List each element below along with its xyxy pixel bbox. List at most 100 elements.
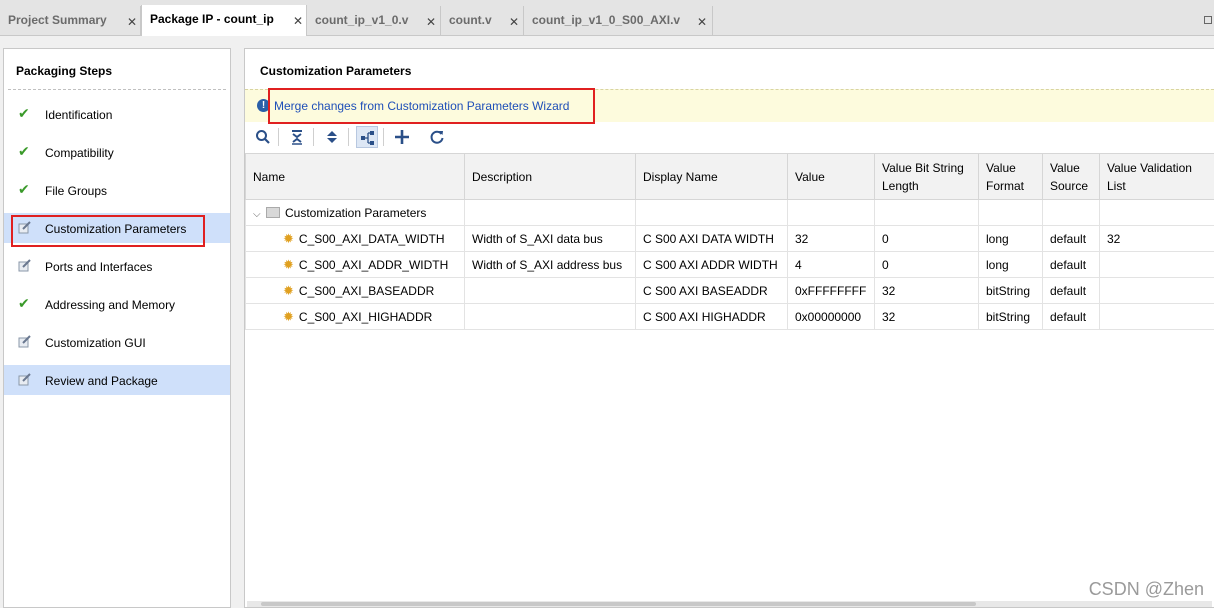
table-cell	[1099, 251, 1214, 278]
page-title: Customization Parameters	[260, 64, 412, 78]
table-cell	[787, 199, 875, 226]
tab-count-v[interactable]: count.v ✕	[441, 6, 524, 36]
table-cell[interactable]: 4	[787, 251, 875, 278]
table-cell[interactable]: 32	[787, 225, 875, 252]
column-header-value-source[interactable]: Value Source	[1042, 153, 1100, 200]
table-cell: ✹ C_S00_AXI_DATA_WIDTH	[245, 225, 465, 252]
table-cell	[874, 199, 979, 226]
table-cell: 0	[874, 251, 979, 278]
edit-icon	[18, 372, 32, 386]
toolbar-separator	[313, 128, 314, 146]
tab-label: count.v	[449, 13, 492, 27]
table-header-row: Name Description Display Name Value Valu…	[245, 153, 1214, 200]
table-cell: C S00 AXI BASEADDR	[635, 277, 788, 304]
close-icon[interactable]: ✕	[426, 15, 436, 29]
editor-tab-bar: Project Summary ✕ Package IP - count_ip …	[0, 0, 1214, 36]
tab-label: count_ip_v1_0_S00_AXI.v	[532, 13, 681, 27]
table-cell	[464, 303, 636, 330]
folder-icon	[266, 206, 280, 218]
table-cell: bitString	[978, 277, 1043, 304]
refresh-icon[interactable]	[426, 126, 448, 148]
chevron-down-icon[interactable]: ⌵	[253, 209, 263, 220]
tab-count-ip-v1-0[interactable]: count_ip_v1_0.v ✕	[307, 6, 441, 36]
hierarchy-icon[interactable]	[356, 126, 378, 148]
toolbar-separator	[383, 128, 384, 146]
column-header-description[interactable]: Description	[464, 153, 636, 200]
step-label: Review and Package	[45, 374, 158, 388]
column-header-value-format[interactable]: Value Format	[978, 153, 1043, 200]
param-name: C_S00_AXI_BASEADDR	[298, 283, 435, 298]
table-cell	[464, 199, 636, 226]
table-cell: 32	[874, 303, 979, 330]
table-cell[interactable]: 0xFFFFFFFF	[787, 277, 875, 304]
table-row[interactable]: ✹ C_S00_AXI_ADDR_WIDTH Width of S_AXI add…	[245, 251, 1214, 278]
table-row[interactable]: ✹ C_S00_AXI_DATA_WIDTH Width of S_AXI dat…	[245, 225, 1214, 252]
step-label: Customization Parameters	[45, 222, 187, 236]
column-header-name[interactable]: Name	[245, 153, 465, 200]
table-cell: ✹ C_S00_AXI_HIGHADDR	[245, 303, 465, 330]
watermark: CSDN @Zhen	[1088, 579, 1204, 599]
maximize-icon[interactable]	[1204, 16, 1212, 24]
step-label: File Groups	[45, 184, 108, 198]
close-icon[interactable]: ✕	[697, 15, 707, 29]
param-name: C_S00_AXI_ADDR_WIDTH	[298, 257, 449, 272]
step-customization-gui[interactable]: Customization GUI	[4, 327, 230, 357]
step-label: Addressing and Memory	[45, 298, 176, 312]
table-cell	[635, 199, 788, 226]
column-header-value[interactable]: Value	[787, 153, 875, 200]
table-toolbar	[245, 123, 1214, 153]
search-icon[interactable]	[252, 126, 274, 148]
table-row[interactable]: ✹ C_S00_AXI_HIGHADDR C S00 AXI HIGHADDR 0…	[245, 303, 1214, 330]
table-cell: Width of S_AXI data bus	[464, 225, 636, 252]
table-cell[interactable]: 0x00000000	[787, 303, 875, 330]
panel-title: Packaging Steps	[16, 64, 113, 78]
toolbar-separator	[278, 128, 279, 146]
step-label: Ports and Interfaces	[45, 260, 153, 274]
table-cell	[1099, 303, 1214, 330]
merge-changes-link[interactable]: Merge changes from Customization Paramet…	[274, 99, 569, 113]
close-icon[interactable]: ✕	[293, 14, 303, 28]
column-header-display-name[interactable]: Display Name	[635, 153, 788, 200]
tab-project-summary[interactable]: Project Summary ✕	[0, 6, 141, 36]
param-name: C_S00_AXI_DATA_WIDTH	[298, 231, 445, 246]
table-cell: C S00 AXI DATA WIDTH	[635, 225, 788, 252]
step-file-groups[interactable]: ✔ File Groups	[4, 175, 230, 205]
table-cell: 32	[874, 277, 979, 304]
gear-icon: ✹	[283, 308, 294, 324]
table-row[interactable]: ✹ C_S00_AXI_BASEADDR C S00 AXI BASEADDR 0…	[245, 277, 1214, 304]
add-icon[interactable]	[391, 126, 413, 148]
column-header-bit-string-length[interactable]: Value Bit String Length	[874, 153, 979, 200]
group-label: Customization Parameters	[285, 205, 427, 220]
scrollbar-thumb[interactable]	[261, 602, 976, 606]
gear-icon: ✹	[283, 282, 294, 298]
step-customization-parameters[interactable]: Customization Parameters	[4, 213, 230, 243]
gear-icon: ✹	[283, 230, 294, 246]
table-cell: long	[978, 225, 1043, 252]
step-identification[interactable]: ✔ Identification	[4, 99, 230, 129]
horizontal-scrollbar[interactable]	[247, 601, 1212, 607]
column-header-validation-list[interactable]: Value Validation List	[1099, 153, 1214, 200]
table-cell: 0	[874, 225, 979, 252]
tab-count-ip-s00-axi[interactable]: count_ip_v1_0_S00_AXI.v ✕	[524, 6, 713, 36]
table-cell: long	[978, 251, 1043, 278]
parameters-table: Name Description Display Name Value Valu…	[245, 153, 1214, 330]
table-cell: default	[1042, 277, 1100, 304]
close-icon[interactable]: ✕	[127, 15, 137, 29]
group-row[interactable]: ⌵ Customization Parameters	[245, 199, 1214, 226]
step-label: Customization GUI	[45, 336, 146, 350]
expand-all-icon[interactable]	[321, 126, 343, 148]
collapse-all-icon[interactable]	[286, 126, 308, 148]
close-icon[interactable]: ✕	[509, 15, 519, 29]
tab-package-ip[interactable]: Package IP - count_ip ✕	[141, 5, 307, 36]
table-cell	[1099, 277, 1214, 304]
table-cell: 32	[1099, 225, 1214, 252]
table-cell: default	[1042, 303, 1100, 330]
step-compatibility[interactable]: ✔ Compatibility	[4, 137, 230, 167]
check-icon: ✔	[18, 295, 30, 311]
tab-label: Project Summary	[8, 13, 107, 27]
step-ports-and-interfaces[interactable]: Ports and Interfaces	[4, 251, 230, 281]
step-review-and-package[interactable]: Review and Package	[4, 365, 230, 395]
step-addressing-and-memory[interactable]: ✔ Addressing and Memory	[4, 289, 230, 319]
step-label: Compatibility	[45, 146, 114, 160]
tab-label: count_ip_v1_0.v	[315, 13, 409, 27]
